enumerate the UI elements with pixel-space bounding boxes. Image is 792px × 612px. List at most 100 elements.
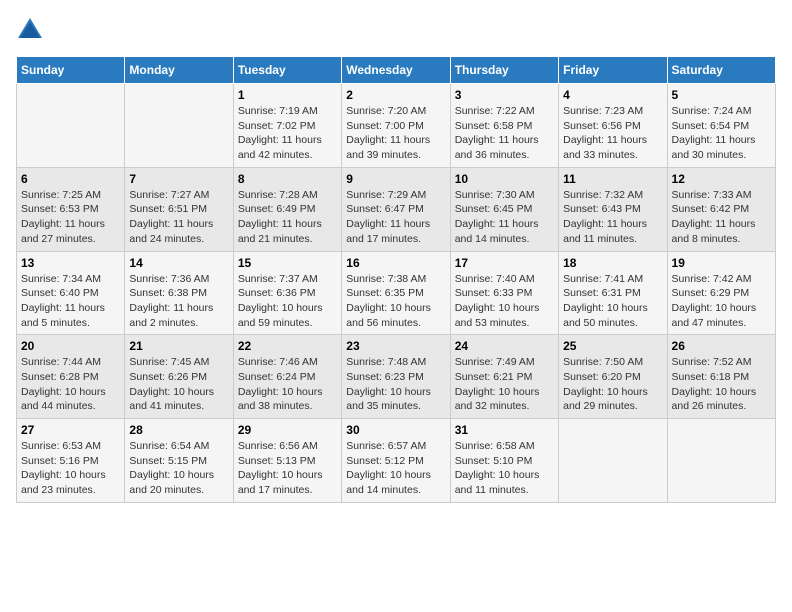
day-header-wednesday: Wednesday [342,57,450,84]
day-number: 18 [563,256,662,270]
day-number: 23 [346,339,445,353]
day-info: Sunrise: 7:42 AM Sunset: 6:29 PM Dayligh… [672,272,771,331]
day-header-friday: Friday [559,57,667,84]
calendar-cell: 27 Sunrise: 6:53 AM Sunset: 5:16 PM Dayli… [17,419,125,503]
calendar-cell: 2 Sunrise: 7:20 AM Sunset: 7:00 PM Daylig… [342,84,450,168]
day-number: 22 [238,339,337,353]
calendar-week-row: 13 Sunrise: 7:34 AM Sunset: 6:40 PM Dayli… [17,251,776,335]
calendar-cell: 12 Sunrise: 7:33 AM Sunset: 6:42 PM Dayli… [667,167,775,251]
calendar-cell: 16 Sunrise: 7:38 AM Sunset: 6:35 PM Dayli… [342,251,450,335]
calendar-week-row: 1 Sunrise: 7:19 AM Sunset: 7:02 PM Daylig… [17,84,776,168]
day-number: 24 [455,339,554,353]
day-info: Sunrise: 6:58 AM Sunset: 5:10 PM Dayligh… [455,439,554,498]
day-info: Sunrise: 7:38 AM Sunset: 6:35 PM Dayligh… [346,272,445,331]
calendar-header-row: SundayMondayTuesdayWednesdayThursdayFrid… [17,57,776,84]
day-info: Sunrise: 7:32 AM Sunset: 6:43 PM Dayligh… [563,188,662,247]
calendar-cell: 24 Sunrise: 7:49 AM Sunset: 6:21 PM Dayli… [450,335,558,419]
calendar-table: SundayMondayTuesdayWednesdayThursdayFrid… [16,56,776,503]
day-number: 16 [346,256,445,270]
day-info: Sunrise: 7:20 AM Sunset: 7:00 PM Dayligh… [346,104,445,163]
day-number: 5 [672,88,771,102]
calendar-cell: 19 Sunrise: 7:42 AM Sunset: 6:29 PM Dayli… [667,251,775,335]
logo [16,16,50,44]
day-header-monday: Monday [125,57,233,84]
day-info: Sunrise: 7:49 AM Sunset: 6:21 PM Dayligh… [455,355,554,414]
day-number: 4 [563,88,662,102]
calendar-cell: 23 Sunrise: 7:48 AM Sunset: 6:23 PM Dayli… [342,335,450,419]
day-header-saturday: Saturday [667,57,775,84]
day-info: Sunrise: 7:50 AM Sunset: 6:20 PM Dayligh… [563,355,662,414]
day-info: Sunrise: 7:34 AM Sunset: 6:40 PM Dayligh… [21,272,120,331]
day-info: Sunrise: 6:53 AM Sunset: 5:16 PM Dayligh… [21,439,120,498]
calendar-cell: 31 Sunrise: 6:58 AM Sunset: 5:10 PM Dayli… [450,419,558,503]
day-header-thursday: Thursday [450,57,558,84]
day-number: 19 [672,256,771,270]
calendar-week-row: 20 Sunrise: 7:44 AM Sunset: 6:28 PM Dayli… [17,335,776,419]
calendar-cell: 6 Sunrise: 7:25 AM Sunset: 6:53 PM Daylig… [17,167,125,251]
day-info: Sunrise: 7:30 AM Sunset: 6:45 PM Dayligh… [455,188,554,247]
day-header-tuesday: Tuesday [233,57,341,84]
day-info: Sunrise: 7:25 AM Sunset: 6:53 PM Dayligh… [21,188,120,247]
calendar-cell: 26 Sunrise: 7:52 AM Sunset: 6:18 PM Dayli… [667,335,775,419]
day-header-sunday: Sunday [17,57,125,84]
page-header [16,16,776,44]
day-number: 29 [238,423,337,437]
day-number: 8 [238,172,337,186]
day-number: 12 [672,172,771,186]
day-number: 10 [455,172,554,186]
day-number: 27 [21,423,120,437]
day-number: 9 [346,172,445,186]
calendar-cell: 3 Sunrise: 7:22 AM Sunset: 6:58 PM Daylig… [450,84,558,168]
day-info: Sunrise: 7:27 AM Sunset: 6:51 PM Dayligh… [129,188,228,247]
calendar-cell: 18 Sunrise: 7:41 AM Sunset: 6:31 PM Dayli… [559,251,667,335]
day-number: 28 [129,423,228,437]
day-number: 13 [21,256,120,270]
day-info: Sunrise: 7:41 AM Sunset: 6:31 PM Dayligh… [563,272,662,331]
calendar-cell: 14 Sunrise: 7:36 AM Sunset: 6:38 PM Dayli… [125,251,233,335]
calendar-cell: 4 Sunrise: 7:23 AM Sunset: 6:56 PM Daylig… [559,84,667,168]
calendar-cell: 7 Sunrise: 7:27 AM Sunset: 6:51 PM Daylig… [125,167,233,251]
day-number: 2 [346,88,445,102]
calendar-cell: 9 Sunrise: 7:29 AM Sunset: 6:47 PM Daylig… [342,167,450,251]
day-info: Sunrise: 7:22 AM Sunset: 6:58 PM Dayligh… [455,104,554,163]
day-number: 26 [672,339,771,353]
day-number: 6 [21,172,120,186]
calendar-cell: 5 Sunrise: 7:24 AM Sunset: 6:54 PM Daylig… [667,84,775,168]
day-info: Sunrise: 7:40 AM Sunset: 6:33 PM Dayligh… [455,272,554,331]
day-number: 20 [21,339,120,353]
calendar-cell: 17Sunrise: 7:40 AM Sunset: 6:33 PM Dayli… [450,251,558,335]
day-info: Sunrise: 7:48 AM Sunset: 6:23 PM Dayligh… [346,355,445,414]
day-info: Sunrise: 7:36 AM Sunset: 6:38 PM Dayligh… [129,272,228,331]
day-info: Sunrise: 6:56 AM Sunset: 5:13 PM Dayligh… [238,439,337,498]
day-number: 7 [129,172,228,186]
day-number: 3 [455,88,554,102]
day-number: 14 [129,256,228,270]
calendar-cell: 15Sunrise: 7:37 AM Sunset: 6:36 PM Dayli… [233,251,341,335]
day-info: Sunrise: 7:33 AM Sunset: 6:42 PM Dayligh… [672,188,771,247]
calendar-cell: 1 Sunrise: 7:19 AM Sunset: 7:02 PM Daylig… [233,84,341,168]
day-info: Sunrise: 7:52 AM Sunset: 6:18 PM Dayligh… [672,355,771,414]
day-number: 25 [563,339,662,353]
day-info: Sunrise: 7:44 AM Sunset: 6:28 PM Dayligh… [21,355,120,414]
calendar-cell: 30Sunrise: 6:57 AM Sunset: 5:12 PM Dayli… [342,419,450,503]
day-number: 30 [346,423,445,437]
day-number: 1 [238,88,337,102]
day-number: 11 [563,172,662,186]
calendar-week-row: 27 Sunrise: 6:53 AM Sunset: 5:16 PM Dayli… [17,419,776,503]
calendar-cell: 21Sunrise: 7:45 AM Sunset: 6:26 PM Dayli… [125,335,233,419]
calendar-cell [125,84,233,168]
calendar-cell: 11 Sunrise: 7:32 AM Sunset: 6:43 PM Dayli… [559,167,667,251]
day-info: Sunrise: 7:23 AM Sunset: 6:56 PM Dayligh… [563,104,662,163]
day-info: Sunrise: 7:37 AM Sunset: 6:36 PM Dayligh… [238,272,337,331]
day-number: 21 [129,339,228,353]
calendar-cell: 20 Sunrise: 7:44 AM Sunset: 6:28 PM Dayli… [17,335,125,419]
day-info: Sunrise: 7:24 AM Sunset: 6:54 PM Dayligh… [672,104,771,163]
day-info: Sunrise: 6:54 AM Sunset: 5:15 PM Dayligh… [129,439,228,498]
day-info: Sunrise: 7:28 AM Sunset: 6:49 PM Dayligh… [238,188,337,247]
calendar-cell: 25 Sunrise: 7:50 AM Sunset: 6:20 PM Dayli… [559,335,667,419]
calendar-cell: 8 Sunrise: 7:28 AM Sunset: 6:49 PM Daylig… [233,167,341,251]
calendar-cell: 13 Sunrise: 7:34 AM Sunset: 6:40 PM Dayli… [17,251,125,335]
day-number: 31 [455,423,554,437]
day-info: Sunrise: 7:19 AM Sunset: 7:02 PM Dayligh… [238,104,337,163]
day-info: Sunrise: 7:29 AM Sunset: 6:47 PM Dayligh… [346,188,445,247]
